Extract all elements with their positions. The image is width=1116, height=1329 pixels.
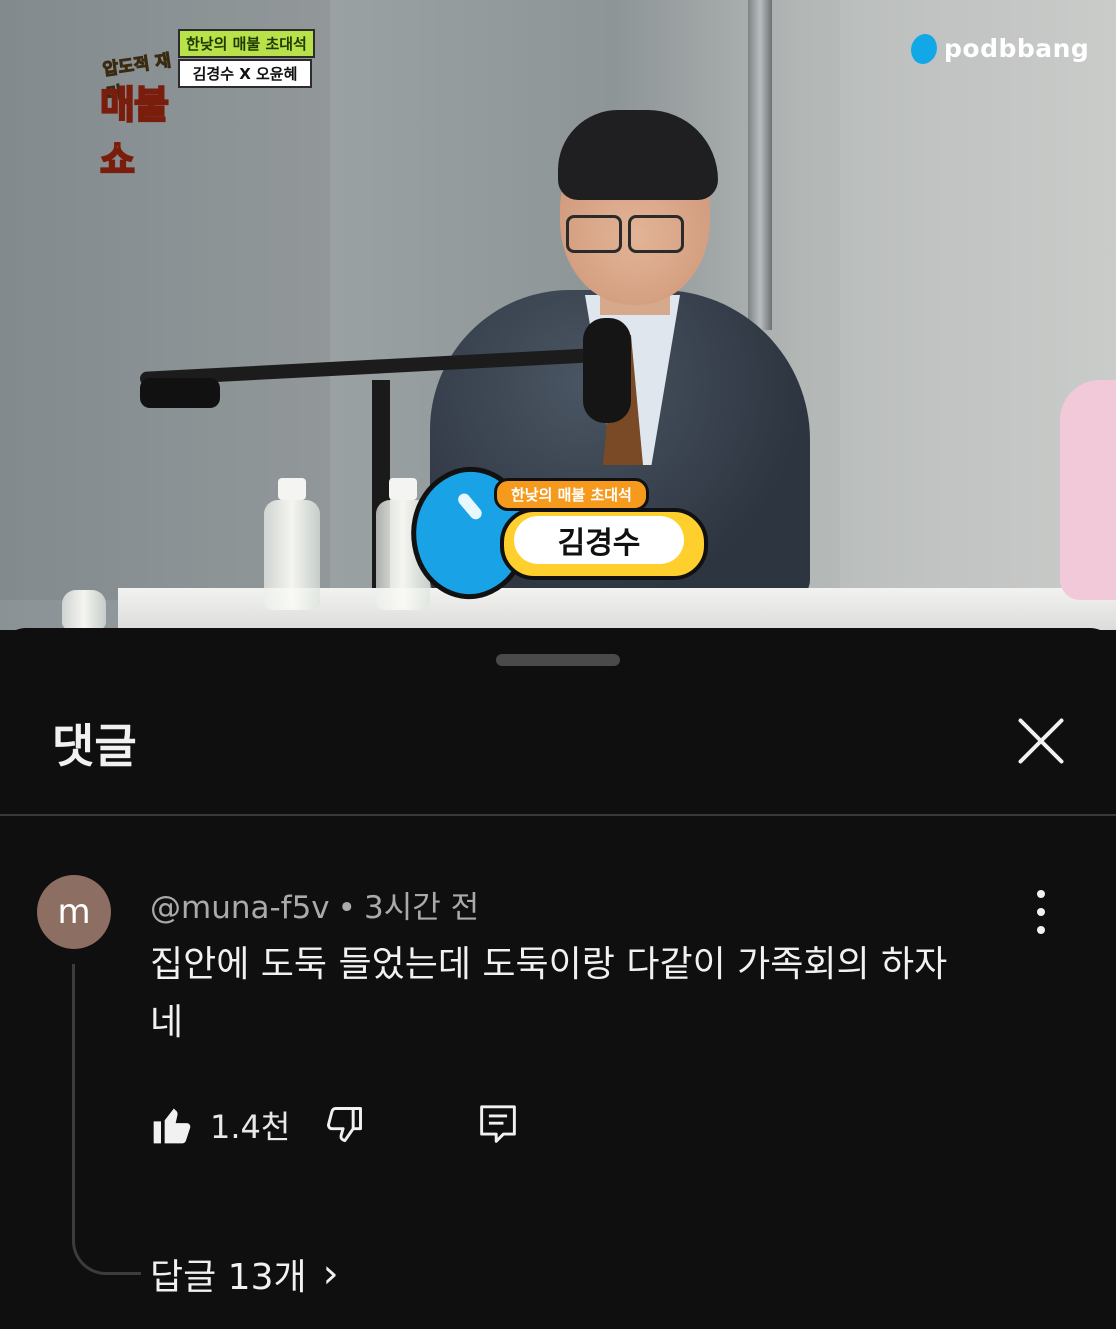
thumbs-up-icon[interactable] [150,1103,194,1147]
comment-text: 집안에 도둑 들었는데 도둑이랑 다같이 가족회의 하자네 [150,944,948,1043]
comment-time: 3시간 전 [363,890,480,926]
comment-author[interactable]: @muna-f5v [150,890,330,926]
guests-tag: 김경수 X 오윤혜 [178,59,312,88]
name-caption: 김경수 한낮의 매불 초대석 [391,451,720,615]
stand-pole [748,0,772,330]
thumbs-down-icon[interactable] [322,1103,366,1147]
comment-meta: @muna-f5v • 3시간 전 [150,882,479,927]
co-host-sleeve [1060,380,1116,600]
guest-hair [558,110,718,200]
bottle-cap [278,478,306,500]
video-player[interactable]: 압도적 재미 매불쇼 한낮의 매불 초대석 김경수 X 오윤혜 podbbang… [0,0,1116,630]
close-icon[interactable] [1012,712,1070,770]
meta-separator: • [337,890,356,926]
bottle [62,590,106,630]
guest-glasses [566,215,686,253]
like-count: 1.4천 [210,1108,291,1146]
podbbang-wordmark: podbbang [944,34,1090,63]
microphone [583,318,631,423]
comment-actions: 1.4천 [150,1100,518,1150]
bottle [264,500,320,610]
reply-icon[interactable] [478,1103,518,1147]
comments-panel: 댓글 m @muna-f5v • 3시간 전 집안에 도둑 들었는데 도둑이랑 다같… [0,628,1116,1329]
thread-line [72,964,141,1275]
view-replies-button[interactable]: 답글 13개 › [150,1248,339,1300]
replies-label: 답글 13개 [150,1257,307,1298]
caption-tag: 한낮의 매불 초대석 [494,478,649,511]
show-logo: 압도적 재미 매불쇼 [48,24,178,183]
caption-name: 김경수 [514,516,684,564]
podbbang-bean-icon [904,29,944,68]
more-vert-icon[interactable] [1026,890,1056,934]
show-logo-title: 매불쇼 [99,82,170,183]
segment-tag: 한낮의 매불 초대석 [178,29,315,58]
divider [0,814,1116,816]
chevron-right-icon: › [322,1251,339,1297]
panel-title: 댓글 [52,719,137,773]
drag-handle[interactable] [496,654,620,666]
podbbang-logo: podbbang [904,29,1090,68]
avatar[interactable]: m [37,875,111,949]
mic-counterweight [140,378,220,408]
